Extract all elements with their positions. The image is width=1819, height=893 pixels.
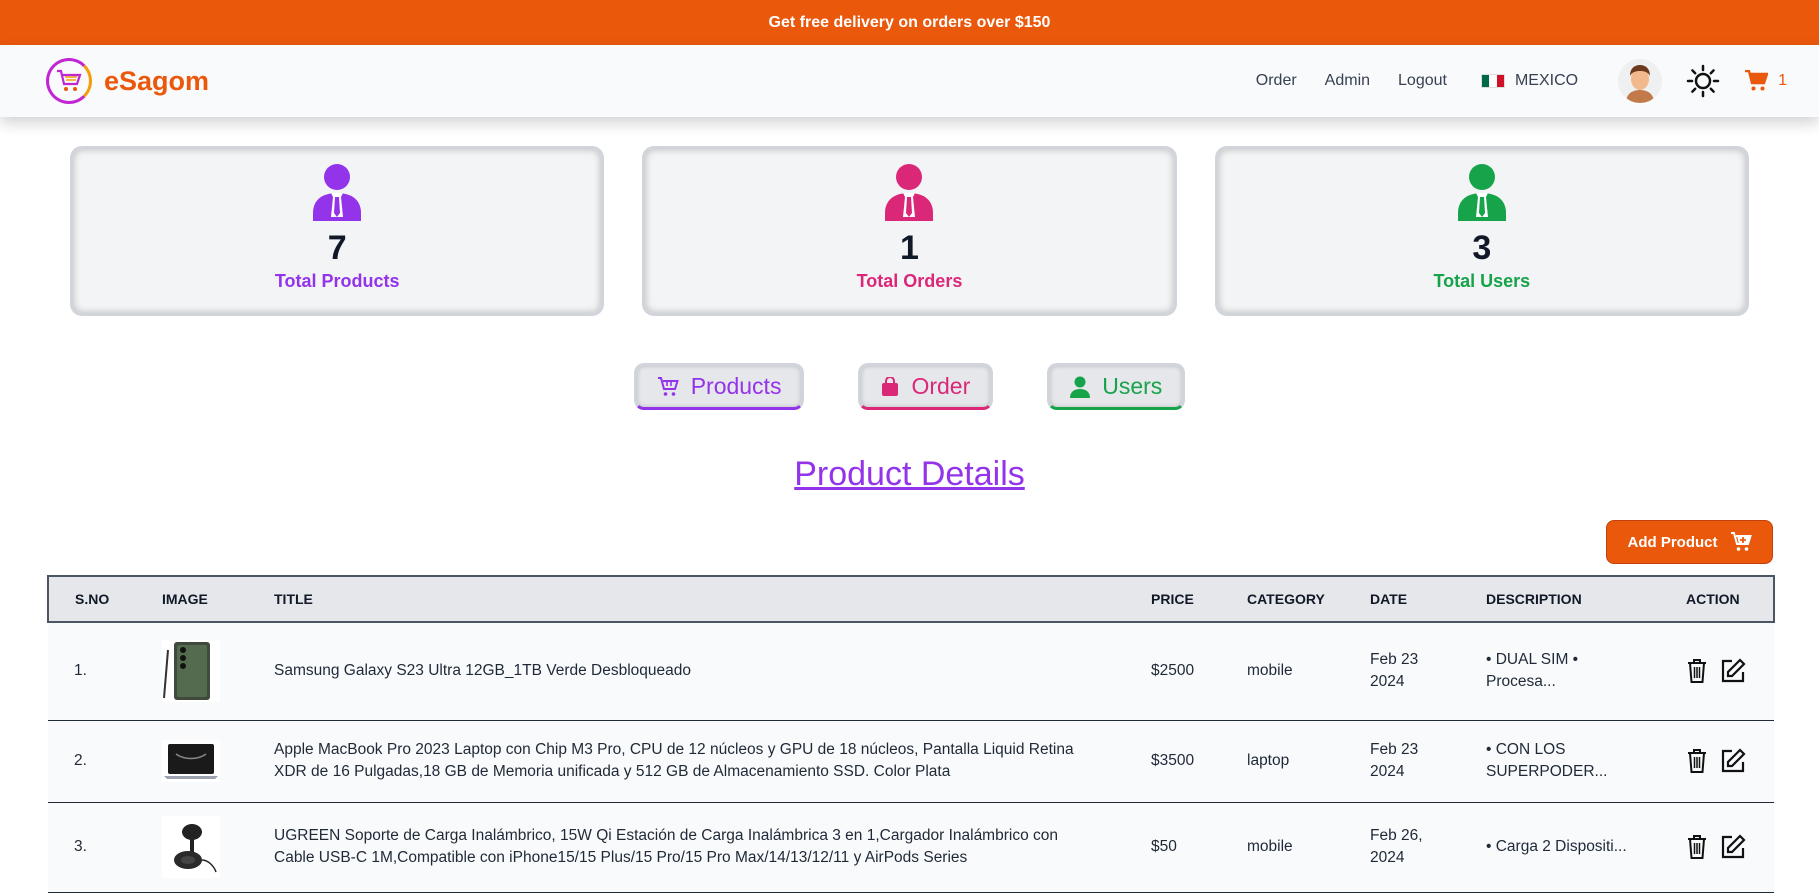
row-actions [1686, 658, 1774, 684]
laptop-image [162, 730, 220, 792]
cell-price: $50 [1151, 838, 1177, 855]
cart-count: 1 [1778, 72, 1787, 89]
cart-icon [657, 376, 679, 396]
delete-trash-icon[interactable] [1686, 658, 1708, 684]
promo-banner: Get free delivery on orders over $150 [0, 0, 1819, 45]
header-description: DESCRIPTION [1486, 591, 1582, 607]
table-row: 2. Apple MacBook Pro 2023 Laptop con Chi… [48, 720, 1774, 802]
tab-users[interactable]: Users [1047, 363, 1186, 410]
cell-date: Feb 23 2024 [1370, 741, 1419, 780]
nav-logout-link[interactable]: Logout [1398, 72, 1447, 90]
cell-category: mobile [1247, 662, 1293, 680]
header-action: ACTION [1686, 591, 1740, 607]
edit-pencil-icon[interactable] [1720, 834, 1746, 860]
cell-title: Samsung Galaxy S23 Ultra 12GB_1TB Verde … [274, 662, 692, 680]
promo-text: Get free delivery on orders over $150 [768, 13, 1051, 31]
stat-total-products: 7 Total Products [70, 146, 605, 316]
delete-trash-icon[interactable] [1686, 748, 1708, 774]
cart-logo-icon [46, 58, 92, 104]
phone-image [162, 640, 220, 703]
cart-button[interactable]: 1 [1744, 70, 1787, 92]
tab-label: Order [911, 373, 971, 399]
stat-total-users: 3 Total Users [1214, 146, 1749, 316]
avatar[interactable] [1618, 59, 1663, 103]
tab-bar: Products Order Users [0, 363, 1819, 410]
stat-total-orders: 1 Total Orders [642, 146, 1177, 316]
cell-title: UGREEN Soporte de Carga Inalámbrico, 15W… [274, 827, 1058, 866]
country-selector[interactable]: MEXICO [1480, 72, 1579, 90]
nav-right: Order Admin Logout MEXICO 1 [1256, 59, 1787, 103]
tab-order[interactable]: Order [858, 363, 994, 410]
row-actions [1686, 834, 1774, 860]
stat-value: 1 [900, 229, 919, 267]
products-table: S.NO IMAGE TITLE PRICE CATEGORY DATE DES… [47, 575, 1775, 893]
header-title: TITLE [274, 591, 313, 607]
cell-description: • DUAL SIM • Procesa... [1486, 651, 1579, 691]
table-header-row: S.NO IMAGE TITLE PRICE CATEGORY DATE DES… [48, 576, 1774, 622]
header-price: PRICE [1151, 591, 1194, 607]
add-product-label: Add Product [1627, 533, 1718, 551]
brand-name: eSagom [104, 65, 210, 96]
cell-category: mobile [1247, 838, 1293, 855]
stat-label: Total Orders [856, 271, 963, 291]
bag-icon [882, 376, 899, 396]
stat-label: Total Products [274, 271, 400, 291]
add-cart-icon [1730, 532, 1752, 551]
cell-title: Apple MacBook Pro 2023 Laptop con Chip M… [274, 741, 1074, 780]
mexico-flag-icon [1480, 74, 1505, 88]
user-tie-icon [885, 164, 934, 221]
row-actions [1686, 748, 1774, 774]
cell-description: • Carga 2 Dispositi... [1486, 838, 1627, 855]
edit-pencil-icon[interactable] [1720, 748, 1746, 774]
cell-sno: 3. [74, 838, 87, 855]
tab-label: Products [690, 373, 782, 399]
stats-row: 7 Total Products 1 Total Orders 3 Total … [0, 146, 1819, 316]
delete-trash-icon[interactable] [1686, 834, 1708, 860]
cell-date: Feb 23 2024 [1370, 651, 1419, 691]
cell-category: laptop [1247, 752, 1290, 769]
charger-image [162, 816, 220, 878]
table-row: 3. UGREEN Soporte de Carga Inalámbrico, … [48, 802, 1774, 892]
add-product-button[interactable]: Add Product [1606, 520, 1773, 564]
tab-products[interactable]: Products [633, 363, 805, 410]
user-icon [1070, 376, 1091, 398]
cell-date: Feb 26, 2024 [1370, 827, 1423, 866]
user-tie-icon [1457, 164, 1506, 221]
cell-price: $2500 [1151, 662, 1195, 680]
header-image: IMAGE [162, 591, 208, 607]
cell-description: • CON LOS SUPERPODER... [1486, 741, 1608, 780]
navbar: eSagom Order Admin Logout MEXICO 1 [0, 45, 1819, 117]
table-row: 1. Samsung Galaxy S23 Ultra 12GB_1TB Ver… [48, 622, 1774, 720]
stat-value: 7 [327, 229, 347, 267]
section-title: Product Details [794, 455, 1025, 493]
edit-pencil-icon[interactable] [1720, 658, 1746, 684]
header-sno: S.NO [75, 591, 110, 607]
stat-label: Total Users [1433, 271, 1531, 291]
header-date: DATE [1370, 591, 1408, 607]
cell-sno: 2. [74, 752, 87, 769]
country-name: MEXICO [1514, 72, 1579, 89]
cell-sno: 1. [74, 662, 87, 680]
brand[interactable]: eSagom [46, 58, 209, 104]
tab-label: Users [1102, 373, 1163, 399]
theme-toggle-sun-icon[interactable] [1684, 62, 1722, 100]
cell-price: $3500 [1151, 752, 1195, 769]
cart-icon [1745, 70, 1769, 91]
stat-value: 3 [1472, 229, 1492, 267]
nav-admin-link[interactable]: Admin [1325, 72, 1370, 90]
header-category: CATEGORY [1247, 591, 1325, 607]
nav-order-link[interactable]: Order [1256, 72, 1297, 90]
user-tie-icon [313, 164, 362, 221]
